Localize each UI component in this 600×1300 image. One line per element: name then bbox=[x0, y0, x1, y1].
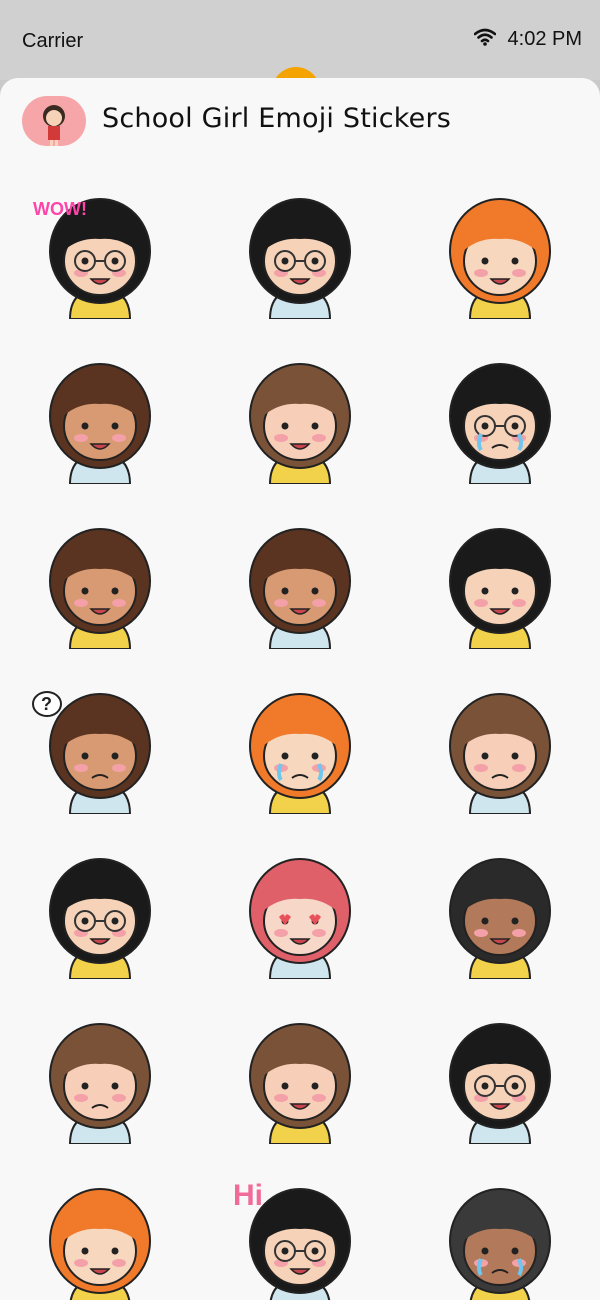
status-time: 4:02 PM bbox=[507, 28, 582, 50]
sticker-ginger-girl-waving[interactable] bbox=[400, 170, 600, 338]
eye-roll-girl-icon bbox=[49, 1023, 151, 1144]
drooling-ginger-girl-icon bbox=[49, 1188, 151, 1300]
sticker-smiling-girl-glasses[interactable] bbox=[200, 170, 400, 338]
sticker-sleepy-girl[interactable] bbox=[200, 500, 400, 668]
status-right: 4:02 PM bbox=[473, 28, 582, 51]
wow-girl-glasses-icon: WOW! bbox=[33, 198, 151, 319]
ginger-girl-crying-icon bbox=[249, 693, 351, 814]
confused-girl-question-icon: ? bbox=[32, 691, 151, 814]
sticker-crying-girl-glasses[interactable] bbox=[400, 335, 600, 503]
sticker-girl-covering-face[interactable] bbox=[400, 830, 600, 998]
laughing-girl-glasses-icon bbox=[49, 858, 151, 979]
sticker-sobbing-girl[interactable] bbox=[400, 1160, 600, 1300]
sticker-ginger-girl-crying[interactable] bbox=[200, 665, 400, 833]
girl-eating-burger-icon bbox=[49, 528, 151, 649]
excited-girl-glasses-icon bbox=[449, 1023, 551, 1144]
sticker-caption: Hi bbox=[233, 1179, 263, 1212]
sticker-caption: ? bbox=[41, 694, 52, 714]
sweating-girl-icon bbox=[449, 693, 551, 814]
sticker-sweating-girl[interactable] bbox=[400, 665, 600, 833]
sticker-hi-girl-glasses[interactable]: Hi bbox=[200, 1160, 400, 1300]
brown-hair-staring-icon bbox=[249, 363, 351, 484]
sticker-girl-eating-burger[interactable] bbox=[0, 500, 200, 668]
sticker-eye-roll-girl[interactable] bbox=[0, 995, 200, 1163]
ginger-girl-waving-icon bbox=[449, 198, 551, 319]
sticker-laughing-girl-glasses[interactable] bbox=[0, 830, 200, 998]
sticker-brown-hair-staring[interactable] bbox=[200, 335, 400, 503]
big-grin-girl-icon bbox=[249, 1023, 351, 1144]
peace-sign-girl-icon bbox=[449, 528, 551, 649]
girl-heart-hands-icon bbox=[49, 363, 151, 484]
sleepy-girl-icon bbox=[249, 528, 351, 649]
carrier-label: Carrier bbox=[22, 30, 84, 52]
sobbing-girl-icon bbox=[449, 1188, 551, 1300]
girl-covering-face-icon bbox=[449, 858, 551, 979]
app-icon bbox=[22, 96, 86, 146]
sticker-girl-heart-hands[interactable] bbox=[0, 335, 200, 503]
smiling-girl-glasses-icon bbox=[249, 198, 351, 319]
sticker-drooling-ginger-girl[interactable] bbox=[0, 1160, 200, 1300]
sticker-peace-sign-girl[interactable] bbox=[400, 500, 600, 668]
sticker-heart-eyes-girl[interactable] bbox=[200, 830, 400, 998]
sticker-excited-girl-glasses[interactable] bbox=[400, 995, 600, 1163]
heart-eyes-girl-icon bbox=[249, 858, 351, 979]
sheet-header: School Girl Emoji Stickers bbox=[0, 78, 600, 170]
sticker-sheet: School Girl Emoji Stickers WOW!? Hi bbox=[0, 78, 600, 1300]
crying-girl-glasses-icon bbox=[449, 363, 551, 484]
page-title: School Girl Emoji Stickers bbox=[102, 103, 452, 134]
sticker-big-grin-girl[interactable] bbox=[200, 995, 400, 1163]
sticker-wow-girl-glasses[interactable]: WOW! bbox=[0, 170, 200, 338]
sticker-confused-girl-question[interactable]: ? bbox=[0, 665, 200, 833]
hi-girl-glasses-icon: Hi bbox=[233, 1179, 351, 1300]
wifi-icon bbox=[473, 28, 496, 51]
sticker-caption: WOW! bbox=[33, 199, 87, 219]
